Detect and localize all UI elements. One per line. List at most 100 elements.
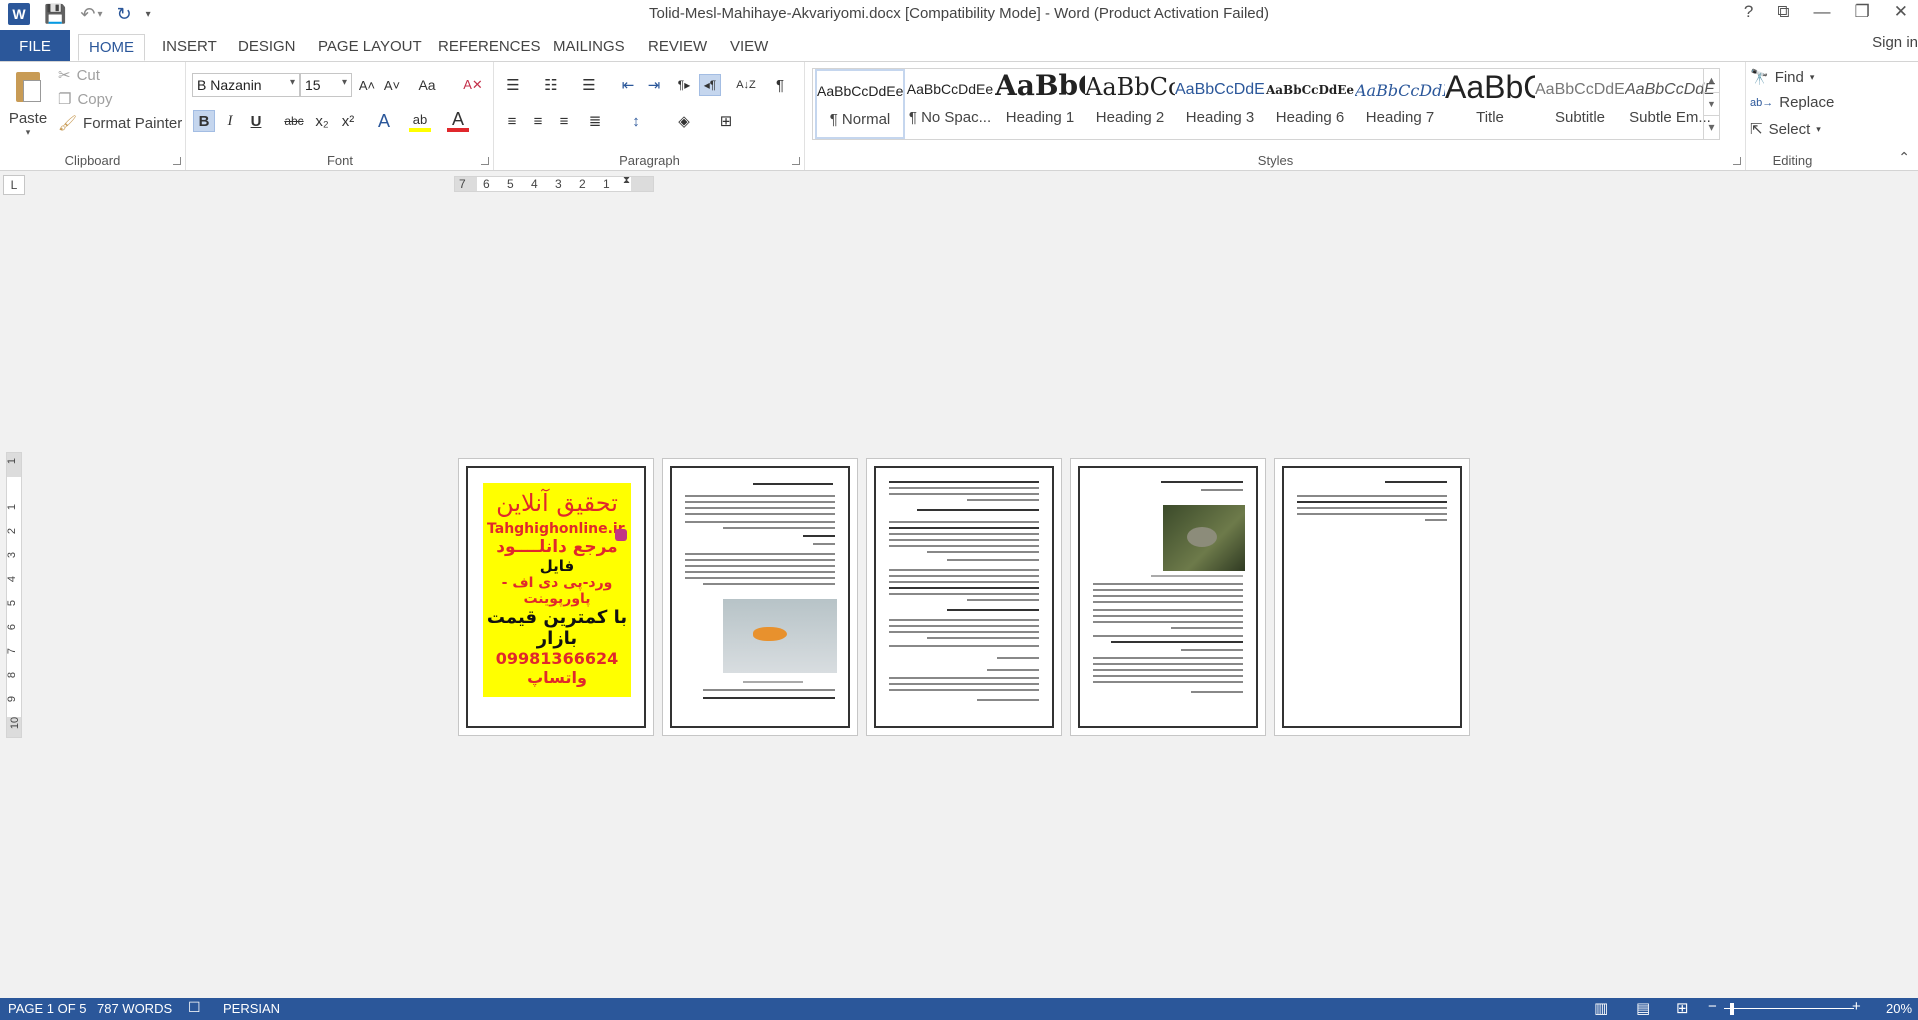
proofing-icon[interactable]: ☐	[188, 999, 201, 1016]
style-heading-1[interactable]: AaBbCcDdEe Heading 1	[995, 69, 1085, 139]
tab-design[interactable]: DESIGN	[228, 34, 306, 61]
align-left-button[interactable]: ≡	[501, 110, 523, 132]
ribbon-display-options-button[interactable]: ⧉	[1777, 2, 1789, 22]
change-case-button[interactable]: Aa	[412, 74, 442, 96]
ltr-direction-button[interactable]: ¶▸	[673, 74, 695, 96]
paragraph-dialog-launcher[interactable]	[792, 157, 800, 165]
line-spacing-button[interactable]: ↕	[619, 110, 653, 132]
increase-indent-button[interactable]: ⇥	[643, 74, 665, 96]
cut-button[interactable]: ✂ Cut	[58, 66, 100, 85]
chevron-down-icon[interactable]: ▾	[290, 77, 295, 88]
italic-button[interactable]: I	[219, 110, 241, 132]
indent-marker-icon[interactable]: ⧗	[623, 175, 630, 186]
tab-home[interactable]: HOME	[78, 34, 145, 61]
multilevel-list-button[interactable]: ☰	[575, 74, 603, 96]
paste-dropdown-icon[interactable]: ▾	[8, 127, 48, 138]
more-styles-icon[interactable]: ▾	[1704, 115, 1719, 138]
close-button[interactable]: ✕	[1894, 2, 1908, 22]
web-layout-icon[interactable]: ⊞	[1676, 999, 1689, 1017]
tab-view[interactable]: VIEW	[720, 34, 778, 61]
word-count-status[interactable]: 787 WORDS	[97, 1001, 172, 1016]
style-heading-3[interactable]: AaBbCcDdEe Heading 3	[1175, 69, 1265, 139]
vertical-ruler[interactable]: 1 1 2 3 4 5 6 7 8 9 10	[6, 452, 22, 738]
font-size-box[interactable]: 15 ▾	[300, 73, 352, 97]
style-title[interactable]: AaBbCcDdEe Title	[1445, 69, 1535, 139]
scroll-down-icon[interactable]: ▼	[1704, 92, 1719, 115]
borders-button[interactable]: ⊞	[709, 110, 743, 132]
replace-icon: ab→	[1750, 96, 1774, 109]
zoom-slider[interactable]	[1724, 1008, 1854, 1009]
subscript-button[interactable]: x₂	[311, 110, 333, 132]
tab-mailings[interactable]: MAILINGS	[543, 34, 635, 61]
replace-button[interactable]: ab→ Replace	[1750, 94, 1834, 111]
format-painter-button[interactable]: 🖌 Format Painter	[58, 114, 182, 133]
select-button[interactable]: ⇱ Select ▾	[1750, 120, 1821, 139]
styles-dialog-launcher[interactable]	[1733, 157, 1741, 165]
shading-button[interactable]: ◈	[667, 110, 701, 132]
page-1[interactable]: تحقیق آنلاین Tahghighonline.ir مرجع دانل…	[458, 458, 654, 736]
tab-insert[interactable]: INSERT	[152, 34, 227, 61]
page-4[interactable]	[1070, 458, 1266, 736]
restore-button[interactable]: ❐	[1855, 2, 1870, 22]
language-status[interactable]: PERSIAN	[223, 1001, 280, 1016]
zoom-slider-thumb[interactable]	[1730, 1003, 1734, 1015]
bullets-button[interactable]: ☰	[499, 74, 527, 96]
style-subtitle[interactable]: AaBbCcDdEe Subtitle	[1535, 69, 1625, 139]
shrink-font-button[interactable]: A˅	[381, 74, 403, 96]
help-button[interactable]: ?	[1744, 2, 1753, 22]
decrease-indent-button[interactable]: ⇤	[617, 74, 639, 96]
styles-gallery: AaBbCcDdEe ¶ Normal AaBbCcDdEe ¶ No Spac…	[812, 68, 1720, 140]
sign-in-link[interactable]: Sign in	[1872, 34, 1918, 51]
style-normal[interactable]: AaBbCcDdEe ¶ Normal	[815, 69, 905, 139]
zoom-out-button[interactable]: −	[1708, 998, 1717, 1015]
highlight-color-button[interactable]: ab	[409, 110, 431, 132]
style-heading-7[interactable]: AaBbCcDdEe Heading 7	[1355, 69, 1445, 139]
show-marks-button[interactable]: ¶	[769, 74, 791, 96]
chevron-down-icon: ▾	[1809, 71, 1815, 82]
page-5[interactable]	[1274, 458, 1470, 736]
chevron-down-icon[interactable]: ▾	[342, 77, 347, 88]
font-dialog-launcher[interactable]	[481, 157, 489, 165]
style-heading-6[interactable]: AaBbCcDdEe Heading 6	[1265, 69, 1355, 139]
justify-button[interactable]: ≣	[579, 110, 611, 132]
zoom-in-button[interactable]: +	[1852, 998, 1861, 1015]
tab-references[interactable]: REFERENCES	[428, 34, 551, 61]
tab-review[interactable]: REVIEW	[638, 34, 717, 61]
tab-file[interactable]: FILE	[0, 30, 70, 61]
clipboard-dialog-launcher[interactable]	[173, 157, 181, 165]
style-preview: AaBbCcDdEe	[1265, 83, 1355, 97]
bold-button[interactable]: B	[193, 110, 215, 132]
font-color-button[interactable]: A	[447, 109, 469, 132]
read-mode-icon[interactable]: ▥	[1594, 999, 1608, 1017]
tab-selector[interactable]: L	[3, 175, 25, 195]
grow-font-button[interactable]: A˄	[356, 74, 378, 96]
rtl-direction-button[interactable]: ◂¶	[699, 74, 721, 96]
ruler-number: 8	[6, 671, 19, 679]
numbering-button[interactable]: ☷	[537, 74, 565, 96]
style-heading-2[interactable]: AaBbCcDdEe Heading 2	[1085, 69, 1175, 139]
style-subtle-emphasis[interactable]: AaBbCcDdEe Subtle Em...	[1625, 69, 1715, 139]
text-effects-button[interactable]: A	[373, 110, 395, 132]
style-no-spacing[interactable]: AaBbCcDdEe ¶ No Spac...	[905, 69, 995, 139]
paste-button[interactable]: Paste ▾	[8, 68, 48, 138]
page-2[interactable]	[662, 458, 858, 736]
page-count-status[interactable]: PAGE 1 OF 5	[8, 1001, 87, 1016]
scroll-up-icon[interactable]: ▲	[1704, 69, 1719, 92]
find-button[interactable]: 🔭 Find ▾	[1750, 68, 1815, 87]
superscript-button[interactable]: x²	[337, 110, 359, 132]
collapse-ribbon-icon[interactable]: ⌃	[1898, 149, 1910, 166]
underline-button[interactable]: U	[245, 110, 267, 132]
copy-button[interactable]: ❐ Copy	[58, 90, 112, 109]
zoom-level[interactable]: 20%	[1886, 1001, 1912, 1016]
horizontal-ruler[interactable]: 7 6 5 4 3 2 1 ⧗	[454, 175, 654, 192]
align-center-button[interactable]: ≡	[527, 110, 549, 132]
sort-button[interactable]: A↓Z	[731, 74, 761, 96]
clear-formatting-button[interactable]: A✕	[462, 74, 484, 96]
align-right-button[interactable]: ≡	[553, 110, 575, 132]
page-3[interactable]	[866, 458, 1062, 736]
strikethrough-button[interactable]: abc	[280, 110, 308, 132]
tab-page-layout[interactable]: PAGE LAYOUT	[308, 34, 432, 61]
font-name-box[interactable]: B Nazanin ▾	[192, 73, 300, 97]
print-layout-icon[interactable]: ▤	[1636, 999, 1650, 1017]
minimize-button[interactable]: —	[1814, 2, 1831, 22]
